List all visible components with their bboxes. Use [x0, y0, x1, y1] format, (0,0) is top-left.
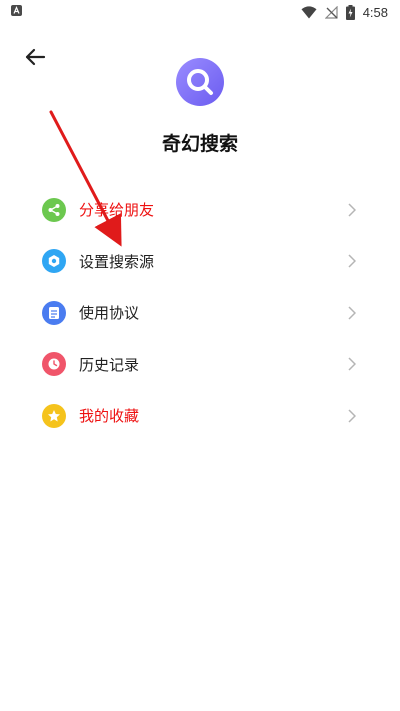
back-button[interactable] — [18, 42, 52, 72]
app-logo — [176, 58, 224, 106]
app-notification-icon — [11, 5, 22, 16]
share-icon — [42, 197, 66, 222]
menu-item-history[interactable]: 历史记录 — [0, 339, 400, 391]
chevron-right-icon — [346, 356, 358, 372]
chevron-right-icon — [346, 305, 358, 321]
document-icon — [42, 300, 66, 325]
gear-icon — [42, 249, 66, 274]
no-signal-icon — [324, 5, 338, 19]
menu-item-label: 使用协议 — [79, 304, 140, 323]
menu-item-user-agreement[interactable]: 使用协议 — [0, 287, 400, 339]
clock-icon — [42, 352, 66, 377]
status-icons: 4:58 — [301, 3, 388, 21]
back-arrow-icon — [25, 48, 46, 66]
star-icon — [42, 403, 66, 428]
chevron-right-icon — [346, 253, 358, 269]
wifi-icon — [301, 5, 317, 18]
menu-item-search-source[interactable]: 设置搜索源 — [0, 236, 400, 288]
settings-menu: 分享给朋友 设置搜索源 使用协议 历史记录 我的收藏 — [0, 184, 400, 442]
magnifier-icon — [187, 69, 213, 95]
menu-item-share[interactable]: 分享给朋友 — [0, 184, 400, 236]
chevron-right-icon — [346, 202, 358, 218]
battery-charging-icon — [345, 4, 355, 20]
chevron-right-icon — [346, 408, 358, 424]
app-title: 奇幻搜索 — [161, 133, 238, 155]
menu-item-favorites[interactable]: 我的收藏 — [0, 390, 400, 442]
menu-item-label: 设置搜索源 — [79, 252, 155, 271]
menu-item-label: 分享给朋友 — [79, 201, 155, 220]
status-time: 4:58 — [362, 4, 388, 20]
menu-item-label: 历史记录 — [79, 355, 140, 374]
status-bar: 4:58 — [0, 0, 400, 24]
menu-item-label: 我的收藏 — [79, 407, 140, 426]
